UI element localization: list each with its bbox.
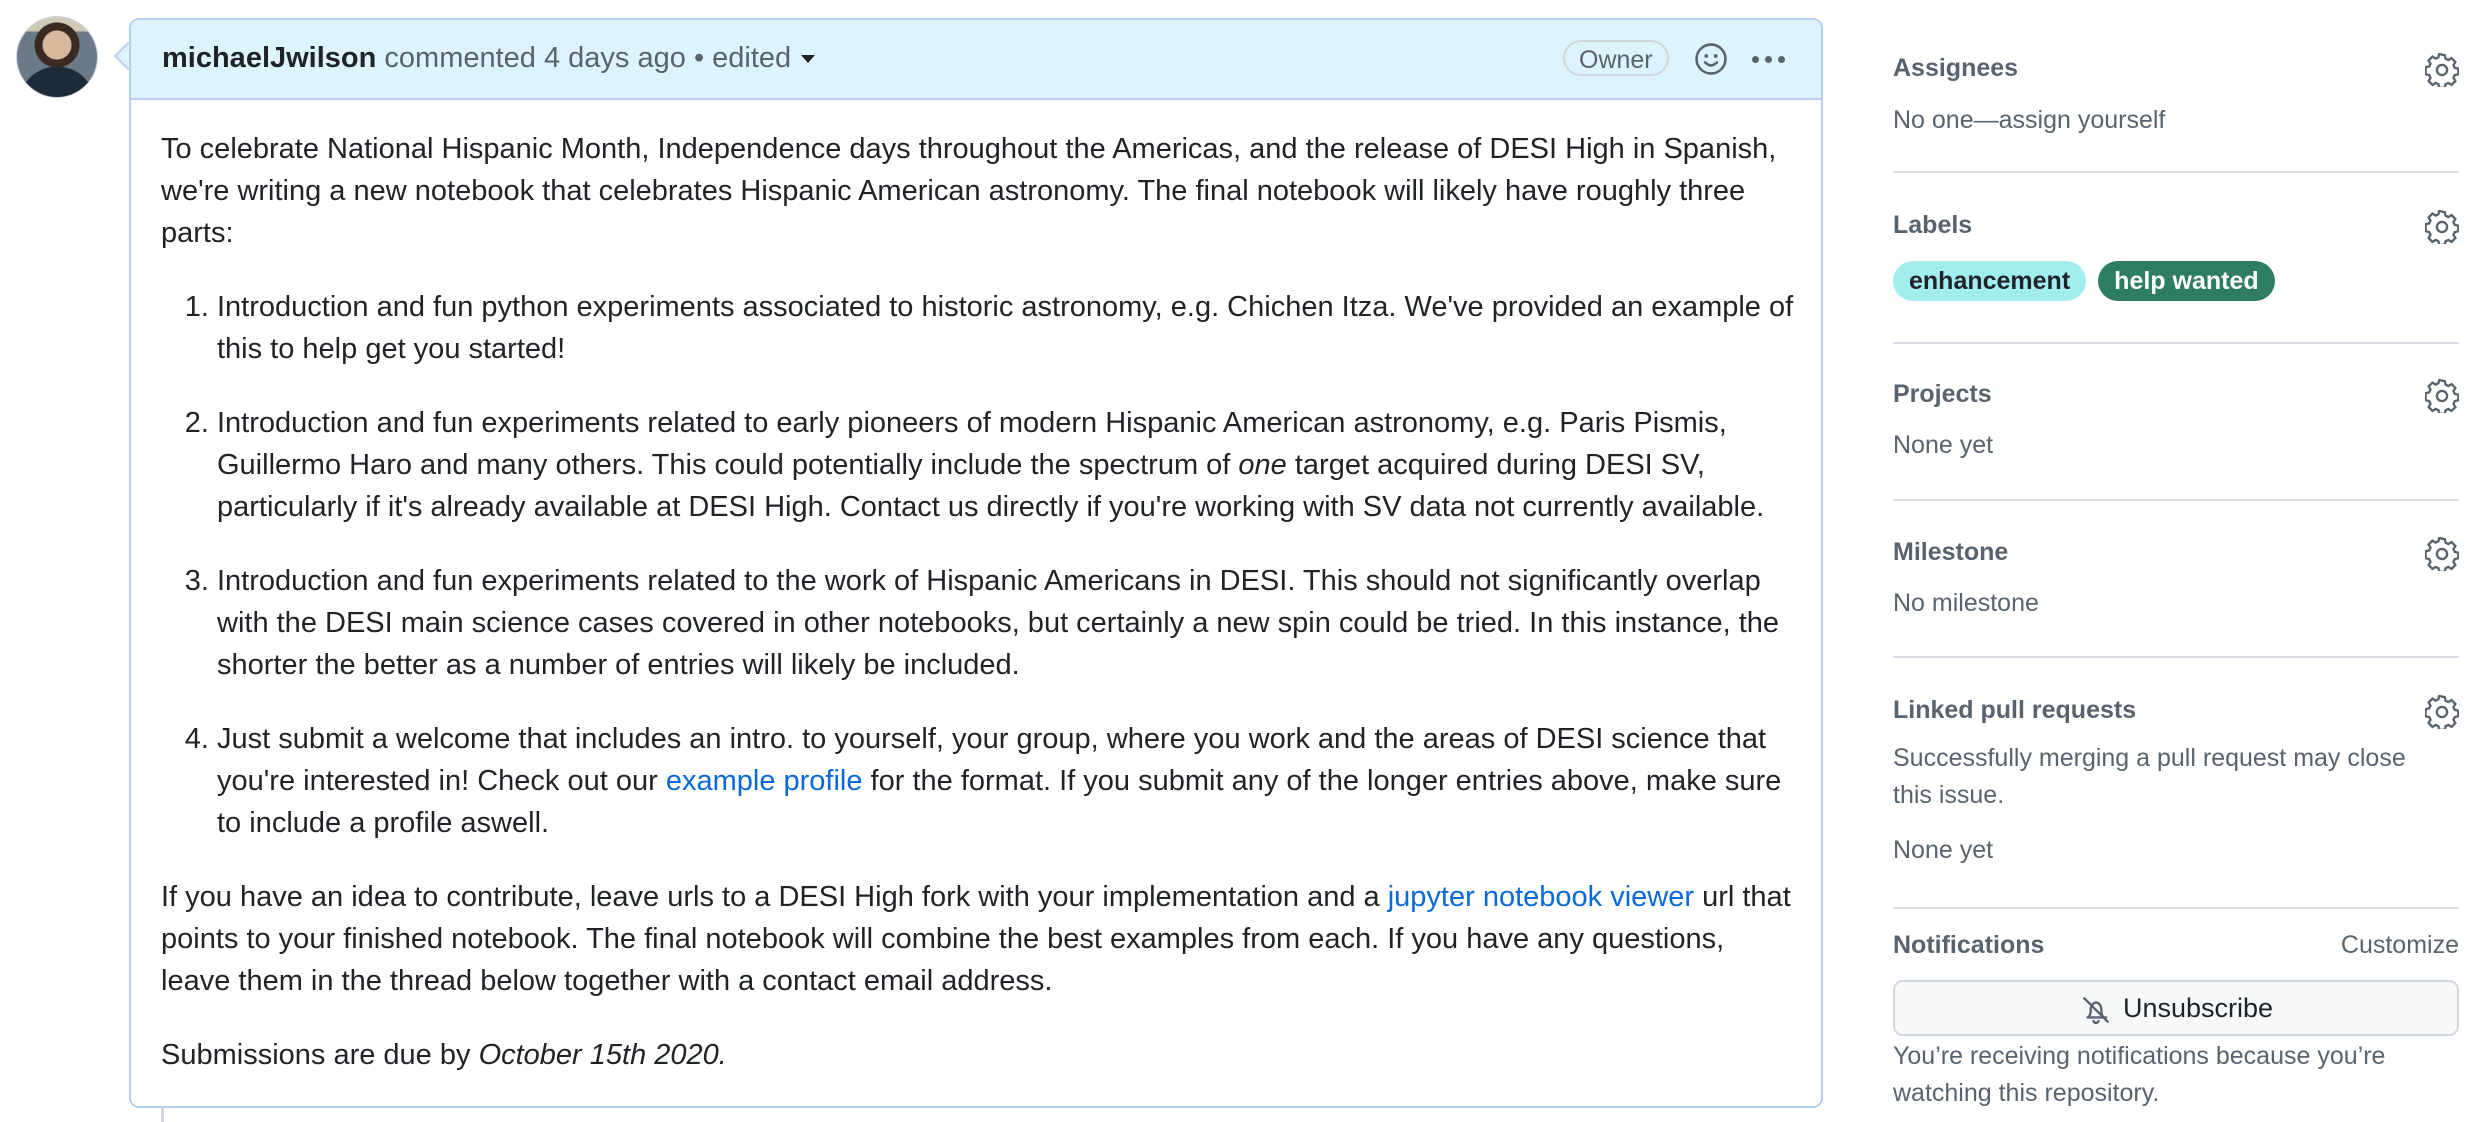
triangle-down-icon[interactable] [801, 55, 816, 64]
list-item: Introduction and fun experiments related… [217, 560, 1801, 686]
linked-prs-title[interactable]: Linked pull requests [1893, 696, 2136, 725]
comment-body: To celebrate National Hispanic Month, In… [161, 128, 1801, 1108]
milestone-title[interactable]: Milestone [1893, 538, 2008, 567]
comment-meta: michaelJwilson commented 4 days ago • ed… [162, 42, 816, 75]
due-date: October 15th 2020. [478, 1039, 727, 1071]
linked-prs-section: Linked pull requests Successfully mergin… [1893, 658, 2459, 909]
label-list: enhancement help wanted [1893, 261, 2287, 301]
kebab-horizontal-icon[interactable] [1752, 56, 1791, 65]
assignees-title[interactable]: Assignees [1893, 54, 2018, 83]
unsubscribe-button[interactable]: Unsubscribe [1893, 980, 2459, 1036]
owner-badge: Owner [1563, 40, 1669, 76]
outro-paragraph: If you have an idea to contribute, leave… [161, 881, 1791, 997]
notebook-viewer-link[interactable]: jupyter notebook viewer [1388, 881, 1694, 913]
comment-author[interactable]: michaelJwilson [162, 42, 376, 74]
unsubscribe-label[interactable]: Unsubscribe [2123, 993, 2273, 1023]
bell-slash-icon [2083, 997, 2109, 1025]
gear-icon[interactable] [2425, 695, 2459, 729]
customize-link[interactable]: Customize [2341, 931, 2459, 960]
gear-icon[interactable] [2425, 53, 2459, 87]
assign-yourself-link[interactable]: No one—assign yourself [1893, 102, 2165, 139]
notifications-title: Notifications [1893, 931, 2045, 959]
gear-icon[interactable] [2425, 210, 2459, 244]
comment-header: michaelJwilson commented 4 days ago • ed… [131, 20, 1821, 100]
label-enhancement[interactable]: enhancement [1893, 261, 2087, 301]
notification-reason: You’re receiving notifications because y… [1893, 1042, 2386, 1107]
edited-label[interactable]: edited [712, 42, 791, 74]
gear-icon[interactable] [2425, 379, 2459, 413]
assignees-section: Assignees No one—assign yourself [1893, 0, 2459, 173]
parts-list: Introduction and fun python experiments … [161, 286, 1801, 844]
list-item: Introduction and fun python experiments … [217, 286, 1801, 370]
timeline-line [161, 1108, 164, 1122]
meta-separator: • [693, 42, 705, 74]
milestone-value: No milestone [1893, 589, 2039, 617]
comment-action[interactable]: commented 4 days ago [384, 42, 685, 74]
issue-comment: michaelJwilson commented 4 days ago • ed… [129, 18, 1823, 1108]
edited-dropdown[interactable]: edited [712, 42, 816, 74]
smiley-icon[interactable] [1694, 42, 1728, 76]
projects-title[interactable]: Projects [1893, 380, 1992, 409]
projects-section: Projects None yet [1893, 344, 2459, 501]
example-profile-link[interactable]: example profile [666, 765, 863, 797]
linked-prs-note: Successfully merging a pull request may … [1893, 744, 2406, 809]
label-help-wanted[interactable]: help wanted [2098, 261, 2275, 301]
intro-paragraph: To celebrate National Hispanic Month, In… [161, 133, 1777, 249]
labels-title[interactable]: Labels [1893, 211, 1972, 240]
issue-sidebar: Assignees No one—assign yourself Labels … [1893, 0, 2459, 909]
list-item: Just submit a welcome that includes an i… [217, 718, 1801, 844]
linked-prs-value: None yet [1893, 836, 1994, 864]
user-avatar[interactable] [16, 16, 98, 98]
due-paragraph: Submissions are due by October 15th 2020… [161, 1039, 727, 1071]
milestone-section: Milestone No milestone [1893, 501, 2459, 658]
list-item: Introduction and fun experiments related… [217, 402, 1801, 528]
projects-value: None yet [1893, 431, 1994, 459]
labels-section: Labels enhancement help wanted [1893, 173, 2459, 344]
gear-icon[interactable] [2425, 537, 2459, 571]
